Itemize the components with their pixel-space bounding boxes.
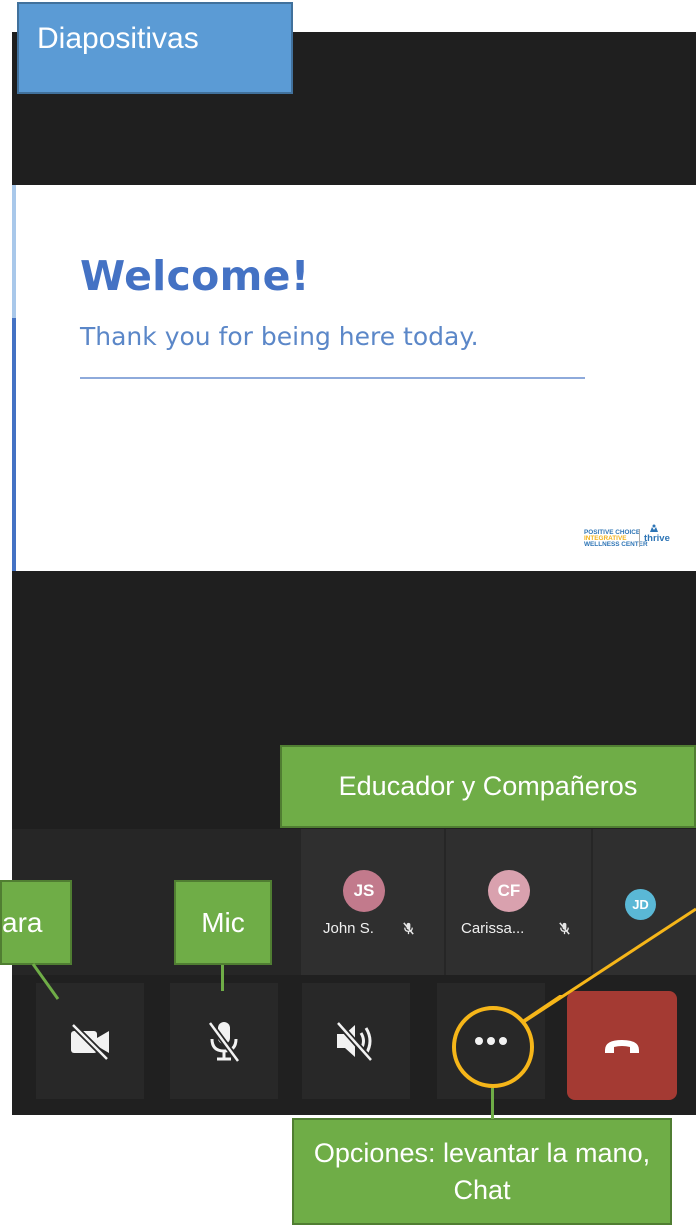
participants-callout: Educador y Compañeros <box>280 745 696 828</box>
camera-callout-line <box>31 963 60 1000</box>
avatar: JS <box>343 870 385 912</box>
hands-icon <box>650 524 658 532</box>
slide-subtitle: Thank you for being here today. <box>80 322 479 351</box>
speaker-off-icon <box>335 1021 374 1062</box>
camera-off-icon <box>70 1022 110 1061</box>
mic-toggle-button[interactable] <box>170 983 278 1099</box>
logo-separator <box>639 529 640 547</box>
mic-off-icon <box>403 922 414 935</box>
slide-accent-bar <box>12 318 16 571</box>
slide-accent-bar <box>12 185 16 318</box>
mic-callout: Mic <box>174 880 272 965</box>
slide-title: Welcome! <box>80 252 310 300</box>
participant-name: Carissa... <box>461 920 525 937</box>
mic-off-icon <box>207 1021 241 1063</box>
mic-callout-line <box>221 965 224 991</box>
options-pointer-line <box>521 907 696 1025</box>
options-callout: Opciones: levantar la mano, Chat <box>292 1118 672 1225</box>
wellness-center-logo: POSITIVE CHOICE INTEGRATIVE WELLNESS CEN… <box>584 524 694 548</box>
slide-divider <box>80 377 585 379</box>
shared-slide: Welcome! Thank you for being here today.… <box>12 185 696 571</box>
camera-callout: ara <box>0 880 72 965</box>
logo-brand: thrive <box>644 533 670 544</box>
participant-name: John S. <box>323 920 374 937</box>
slides-callout: Diapositivas <box>17 2 293 94</box>
participant-tile[interactable]: JS John S. <box>301 829 444 979</box>
speaker-toggle-button[interactable] <box>302 983 410 1099</box>
